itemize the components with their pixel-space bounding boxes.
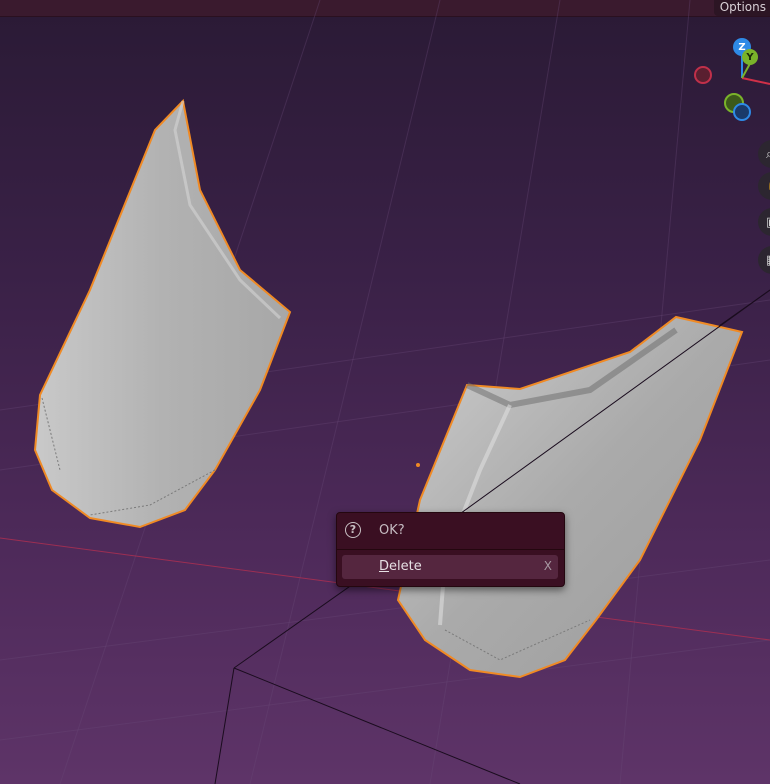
gizmo-y-axis[interactable]: Y xyxy=(742,49,758,65)
delete-shortcut-hint: X xyxy=(543,559,552,573)
mesh-object-right xyxy=(396,315,744,679)
question-icon: ? xyxy=(345,522,361,538)
popup-header: ? OK? xyxy=(337,513,564,549)
3d-viewport[interactable] xyxy=(0,0,770,784)
zoom-icon: ⌕ xyxy=(766,147,770,162)
object-origin xyxy=(416,463,420,467)
popup-title: OK? xyxy=(379,523,405,538)
gizmo-neg-x-axis[interactable] xyxy=(694,66,712,84)
grid-icon: ▦ xyxy=(766,253,770,268)
delete-confirm-popup: ? OK? Delete X xyxy=(336,512,565,587)
delete-label: Delete xyxy=(379,559,422,574)
mesh-object-left xyxy=(33,98,292,529)
gizmo-neg-z-axis[interactable] xyxy=(733,103,751,121)
gizmo-y-label: Y xyxy=(746,51,754,63)
hand-icon: ✋ xyxy=(766,179,770,194)
camera-icon: ▣ xyxy=(766,215,770,230)
delete-menu-item[interactable]: Delete X xyxy=(342,555,558,579)
popup-divider xyxy=(337,549,564,550)
